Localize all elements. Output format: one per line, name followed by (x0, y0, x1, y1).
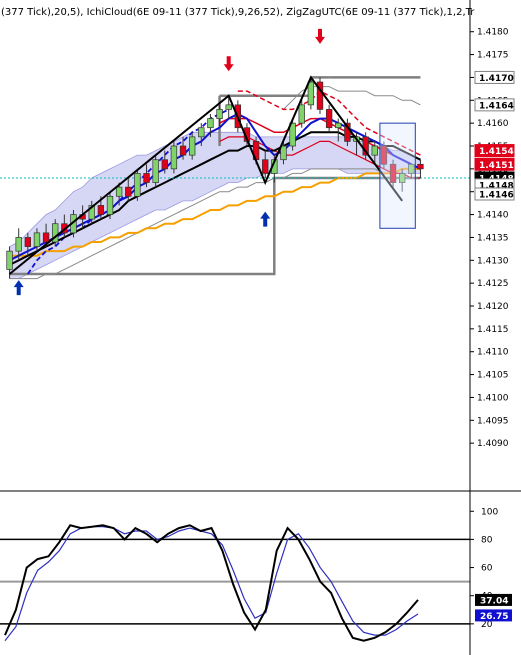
candle-body (371, 145, 378, 156)
candle-body (15, 237, 22, 252)
candle-body (335, 122, 342, 129)
price-tick-label: 1.4095 (477, 416, 509, 426)
price-tick-label: 1.4130 (477, 256, 509, 266)
candle-body (179, 145, 187, 156)
candle-body (6, 250, 13, 270)
candle-body (125, 186, 132, 197)
candle-body (170, 145, 178, 170)
osc-tick-label: 60 (481, 564, 493, 574)
price-tick-label: 1.4125 (477, 279, 509, 289)
price-tick-label: 1.4105 (477, 371, 509, 381)
price-tick-label: 1.4160 (477, 119, 509, 129)
candle-body (307, 81, 315, 106)
candle-body (161, 159, 168, 170)
chart-canvas: 1.41801.41751.41701.41651.41601.41551.41… (0, 0, 521, 655)
candle-body (134, 173, 141, 197)
candle-body (42, 232, 50, 243)
candle-body (207, 118, 214, 129)
candle-body (115, 186, 123, 197)
osc-tick-label: 80 (481, 535, 493, 545)
candle-body (188, 136, 196, 156)
indicator-header: (377 Tick),20,5), IchiCloud(6E 09-11 (37… (1, 7, 475, 18)
price-tick-label: 1.4115 (477, 325, 509, 335)
price-tag-label: 1.4146 (479, 191, 514, 201)
candle-body (280, 145, 287, 161)
candle-body (216, 109, 223, 119)
candle-body (225, 104, 232, 110)
price-tag-label: 1.4151 (479, 161, 514, 171)
price-tag-label: 1.4164 (479, 101, 514, 111)
candle-body (417, 163, 424, 170)
price-tag-label: 1.4154 (479, 147, 514, 157)
osc-value-label: 37.04 (480, 596, 508, 606)
candle-body (143, 173, 150, 183)
candle-body (198, 127, 205, 138)
price-tick-label: 1.4110 (477, 348, 509, 358)
selection-box (379, 122, 416, 229)
candle-body (97, 205, 105, 215)
osc-value-label: 26.75 (480, 612, 508, 622)
candle-body (33, 232, 41, 247)
candle-body (24, 237, 32, 247)
price-tick-label: 1.4135 (477, 233, 509, 243)
price-tick-label: 1.4120 (477, 302, 509, 312)
candle-body (262, 159, 269, 174)
candle-body (325, 109, 333, 129)
price-tick-label: 1.4140 (477, 211, 509, 221)
candle-body (298, 104, 305, 124)
price-tick-label: 1.4090 (477, 439, 509, 449)
price-tick-label: 1.4100 (477, 393, 509, 403)
candle-body (106, 195, 114, 215)
osc-tick-label: 100 (481, 507, 498, 517)
price-tag-label: 1.4170 (479, 74, 514, 84)
candle-body (152, 159, 159, 183)
price-tick-label: 1.4180 (477, 28, 509, 38)
price-tick-label: 1.4175 (477, 51, 509, 61)
